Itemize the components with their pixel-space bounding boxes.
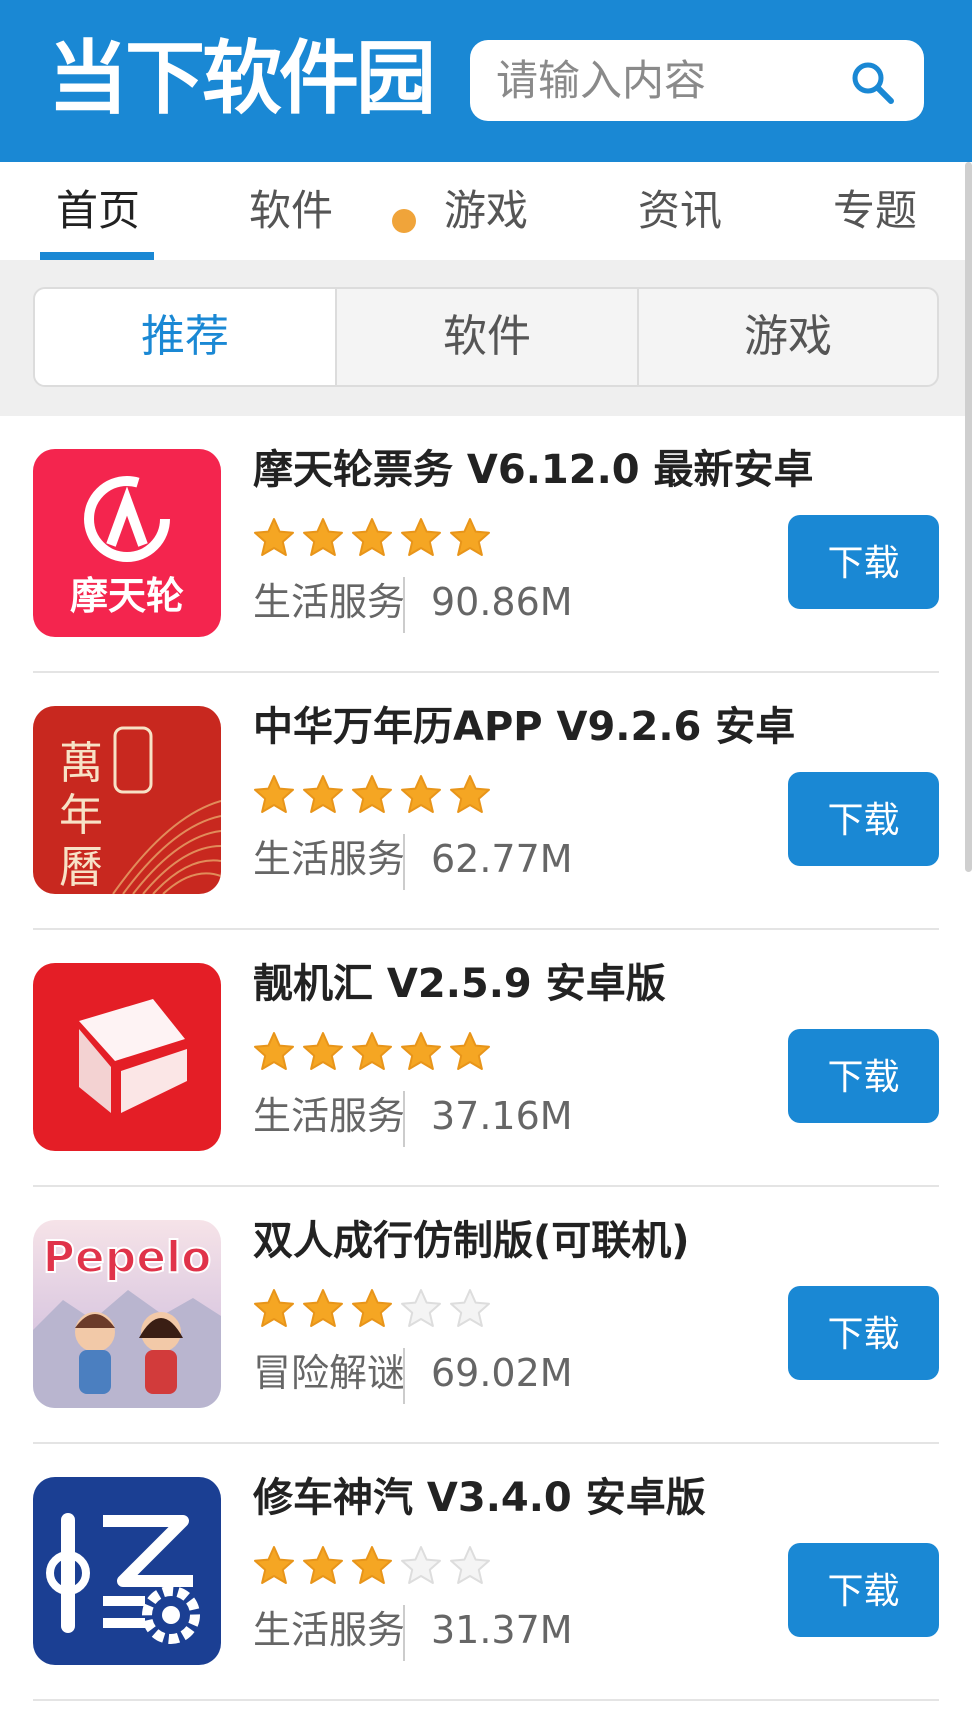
nav-tab-games[interactable]: 游戏 (426, 162, 546, 260)
star-filled-icon (450, 775, 490, 813)
download-button[interactable]: 下载 (788, 772, 939, 866)
list-item[interactable]: 靓机汇 V2.5.9 安卓版 生活服务 37.16M 下载 (0, 930, 972, 1187)
search-icon[interactable] (848, 58, 896, 106)
subtabs: 推荐 软件 游戏 (33, 287, 939, 387)
app-title[interactable]: 靓机汇 V2.5.9 安卓版 (253, 956, 666, 1012)
star-filled-icon (352, 1289, 392, 1327)
download-button[interactable]: 下载 (788, 515, 939, 609)
star-filled-icon (303, 518, 343, 556)
star-filled-icon (303, 1546, 343, 1584)
star-filled-icon (401, 775, 441, 813)
subtab-games[interactable]: 游戏 (639, 289, 937, 385)
app-meta: 生活服务 31.37M (253, 1600, 573, 1661)
app-category: 生活服务 (253, 1608, 406, 1652)
list-item[interactable]: 摩天轮 摩天轮票务 V6.12.0 最新安卓 生活服务 90.86M 下载 (0, 416, 972, 673)
app-meta: 冒险解谜 69.02M (253, 1343, 573, 1404)
app-header: 当下软件园 (0, 0, 972, 162)
pepelo-icon[interactable]: Pepelo (33, 1220, 221, 1408)
subtab-recommend[interactable]: 推荐 (35, 289, 335, 385)
app-meta: 生活服务 37.16M (253, 1086, 573, 1147)
rating-stars (253, 1288, 498, 1332)
app-size: 31.37M (431, 1608, 573, 1652)
app-meta: 生活服务 62.77M (253, 829, 573, 890)
star-filled-icon (401, 1032, 441, 1070)
xiuche-icon[interactable] (33, 1477, 221, 1665)
star-empty-icon (450, 1289, 490, 1327)
rating-stars (253, 1545, 498, 1589)
app-title[interactable]: 双人成行仿制版(可联机) (253, 1213, 690, 1269)
search-box[interactable] (470, 40, 924, 121)
download-button[interactable]: 下载 (788, 1286, 939, 1380)
app-category: 生活服务 (253, 1094, 406, 1138)
star-filled-icon (352, 775, 392, 813)
star-filled-icon (450, 1032, 490, 1070)
star-filled-icon (352, 1546, 392, 1584)
svg-text:年: 年 (59, 790, 103, 841)
nav-active-indicator (40, 252, 154, 260)
app-title[interactable]: 修车神汽 V3.4.0 安卓版 (253, 1470, 706, 1526)
star-filled-icon (303, 1032, 343, 1070)
item-divider (33, 1699, 939, 1701)
star-empty-icon (401, 1546, 441, 1584)
app-size: 37.16M (431, 1094, 573, 1138)
svg-text:摩天轮: 摩天轮 (70, 574, 184, 618)
download-button[interactable]: 下载 (788, 1029, 939, 1123)
star-filled-icon (254, 518, 294, 556)
list-item[interactable]: 修车神汽 V3.4.0 安卓版 生活服务 31.37M 下载 (0, 1444, 972, 1701)
app-title[interactable]: 摩天轮票务 V6.12.0 最新安卓 (253, 442, 814, 498)
star-filled-icon (352, 518, 392, 556)
nav-tab-topics[interactable]: 专题 (815, 162, 935, 260)
star-filled-icon (303, 775, 343, 813)
star-filled-icon (401, 518, 441, 556)
liangjihui-icon[interactable] (33, 963, 221, 1151)
svg-text:Pepelo: Pepelo (43, 1232, 212, 1283)
svg-text:曆: 曆 (59, 842, 103, 893)
scrollbar[interactable] (965, 162, 972, 872)
meta-divider (403, 1347, 405, 1404)
list-item[interactable]: Pepelo 双人成行仿制版(可联机) 冒险解谜 69.02M 下载 (0, 1187, 972, 1444)
app-meta: 生活服务 90.86M (253, 572, 573, 633)
nav-tab-software[interactable]: 软件 (231, 162, 351, 260)
search-input[interactable] (496, 40, 826, 121)
star-filled-icon (303, 1289, 343, 1327)
meta-divider (403, 833, 405, 890)
main-nav: 首页 软件 游戏 资讯 专题 (0, 162, 972, 260)
star-filled-icon (254, 1546, 294, 1584)
star-filled-icon (254, 1032, 294, 1070)
hot-dot-icon (392, 209, 416, 233)
app-category: 生活服务 (253, 837, 406, 881)
rating-stars (253, 774, 498, 818)
star-filled-icon (450, 518, 490, 556)
svg-text:萬: 萬 (59, 738, 103, 789)
app-size: 69.02M (431, 1351, 573, 1395)
meta-divider (403, 576, 405, 633)
site-logo[interactable]: 当下软件园 (48, 34, 436, 124)
rating-stars (253, 517, 498, 561)
star-empty-icon (401, 1289, 441, 1327)
rating-stars (253, 1031, 498, 1075)
meta-divider (403, 1604, 405, 1661)
star-empty-icon (450, 1546, 490, 1584)
download-button[interactable]: 下载 (788, 1543, 939, 1637)
app-size: 62.77M (431, 837, 573, 881)
app-title[interactable]: 中华万年历APP V9.2.6 安卓 (253, 699, 795, 755)
nav-tab-home[interactable]: 首页 (38, 162, 158, 260)
app-size: 90.86M (431, 580, 573, 624)
list-item[interactable]: 萬 年 曆 中华万年历APP V9.2.6 安卓 生活服务 62.77M 下载 (0, 673, 972, 930)
nav-tab-news[interactable]: 资讯 (620, 162, 740, 260)
subtab-software[interactable]: 软件 (337, 289, 637, 385)
app-category: 冒险解谜 (253, 1351, 406, 1395)
star-filled-icon (254, 775, 294, 813)
star-filled-icon (352, 1032, 392, 1070)
star-filled-icon (254, 1289, 294, 1327)
meta-divider (403, 1090, 405, 1147)
motianlun-icon[interactable]: 摩天轮 (33, 449, 221, 637)
wannianli-icon[interactable]: 萬 年 曆 (33, 706, 221, 894)
app-category: 生活服务 (253, 580, 406, 624)
